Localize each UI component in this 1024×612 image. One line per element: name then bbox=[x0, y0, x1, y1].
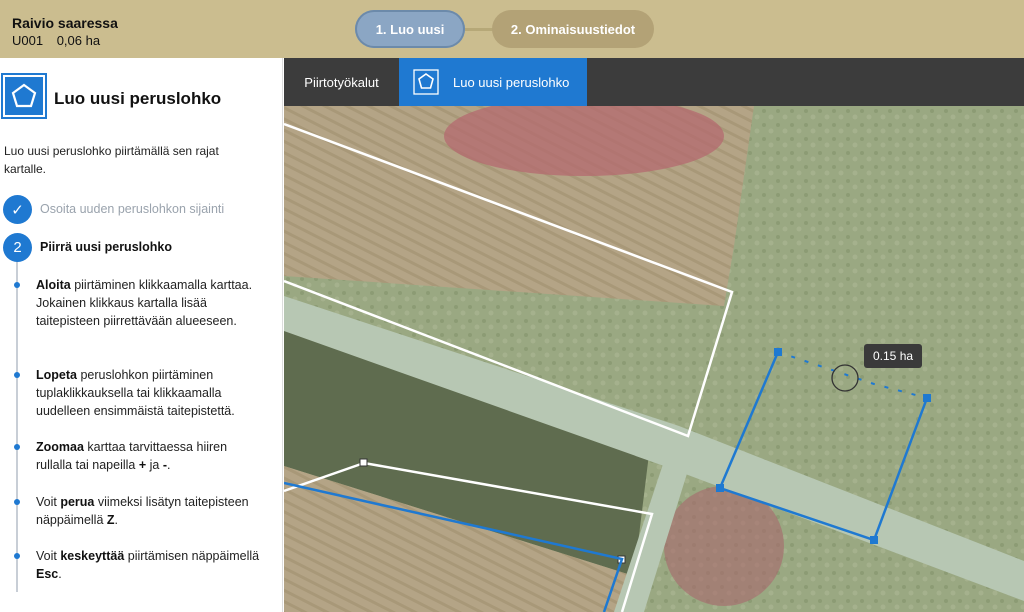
vertex-handle[interactable] bbox=[870, 536, 878, 544]
bullet-dot bbox=[14, 499, 20, 505]
parcel-area: 0,06 ha bbox=[56, 33, 101, 48]
instruction-text: . bbox=[167, 458, 171, 472]
instruction-text: piirtämisen näppäimellä bbox=[124, 549, 260, 563]
vertex-handle[interactable] bbox=[774, 348, 782, 356]
wizard-step-create[interactable]: 1. Luo uusi bbox=[355, 10, 465, 48]
panel-intro: Luo uusi peruslohko piirtämällä sen raja… bbox=[4, 144, 219, 176]
progress-line bbox=[16, 260, 18, 592]
tab-new-parcel[interactable]: Luo uusi peruslohko bbox=[399, 58, 587, 106]
step-locate-label: Osoita uuden peruslohkon sijainti bbox=[40, 202, 225, 216]
step-number-badge: 2 bbox=[3, 233, 32, 262]
parcel-meta: U001 0,06 ha bbox=[12, 33, 110, 48]
instruction-keyword: keskeyttää bbox=[60, 549, 125, 563]
instruction-text: Voit bbox=[36, 549, 61, 563]
tab-new-parcel-label: Luo uusi peruslohko bbox=[453, 74, 570, 90]
step-draw-label: Piirrä uusi peruslohko bbox=[40, 240, 172, 254]
instruction-cancel: Voit keskeyttää piirtämisen näppäimellä … bbox=[36, 547, 261, 583]
instruction-keyword: Zoomaa bbox=[36, 440, 84, 454]
map-view[interactable]: Piirtotyökalut Luo uusi peruslohko 0.15 … bbox=[284, 58, 1024, 612]
pentagon-icon bbox=[1, 73, 47, 119]
wizard-step-properties[interactable]: 2. Ominaisuustiedot bbox=[492, 10, 654, 48]
bullet-dot bbox=[14, 444, 20, 450]
map-toolbar: Piirtotyökalut Luo uusi peruslohko bbox=[284, 58, 1024, 106]
instruction-start: Aloita piirtäminen klikkaamalla karttaa.… bbox=[36, 276, 261, 330]
instructions-panel: Luo uusi peruslohko Luo uusi peruslohko … bbox=[0, 58, 283, 612]
tab-draw-tools[interactable]: Piirtotyökalut bbox=[284, 58, 399, 106]
top-bar: Raivio saaressa U001 0,06 ha 1. Luo uusi… bbox=[0, 0, 1024, 58]
bullet-dot bbox=[14, 553, 20, 559]
instruction-keyword: Aloita bbox=[36, 278, 71, 292]
instruction-keyword: perua bbox=[60, 495, 95, 509]
vertex-handle[interactable] bbox=[923, 394, 931, 402]
area-tooltip: 0.15 ha bbox=[864, 344, 923, 368]
instruction-text: ja bbox=[146, 458, 163, 472]
vertex-handle[interactable] bbox=[359, 458, 368, 467]
vertex-handle[interactable] bbox=[716, 484, 724, 492]
instruction-text: Voit bbox=[36, 495, 61, 509]
instruction-text: . bbox=[58, 567, 62, 581]
key-esc: Esc bbox=[36, 567, 59, 581]
parcel-name: Raivio saaressa bbox=[12, 15, 118, 31]
pentagon-icon bbox=[413, 69, 439, 95]
bullet-dot bbox=[14, 282, 20, 288]
key-z: Z bbox=[106, 513, 115, 527]
instruction-keyword: Lopeta bbox=[36, 368, 77, 382]
instruction-text: . bbox=[114, 513, 119, 527]
bullet-dot bbox=[14, 372, 20, 378]
instruction-finish: Lopeta peruslohkon piirtäminen tuplaklik… bbox=[36, 366, 261, 420]
step-done-check-icon: ✓ bbox=[3, 195, 32, 224]
parcel-id: U001 bbox=[12, 33, 44, 48]
panel-title: Luo uusi peruslohko bbox=[54, 89, 222, 108]
instruction-zoom: Zoomaa karttaa tarvittaessa hiiren rulla… bbox=[36, 438, 261, 474]
instruction-undo: Voit perua viimeksi lisätyn taitepisteen… bbox=[36, 493, 261, 529]
